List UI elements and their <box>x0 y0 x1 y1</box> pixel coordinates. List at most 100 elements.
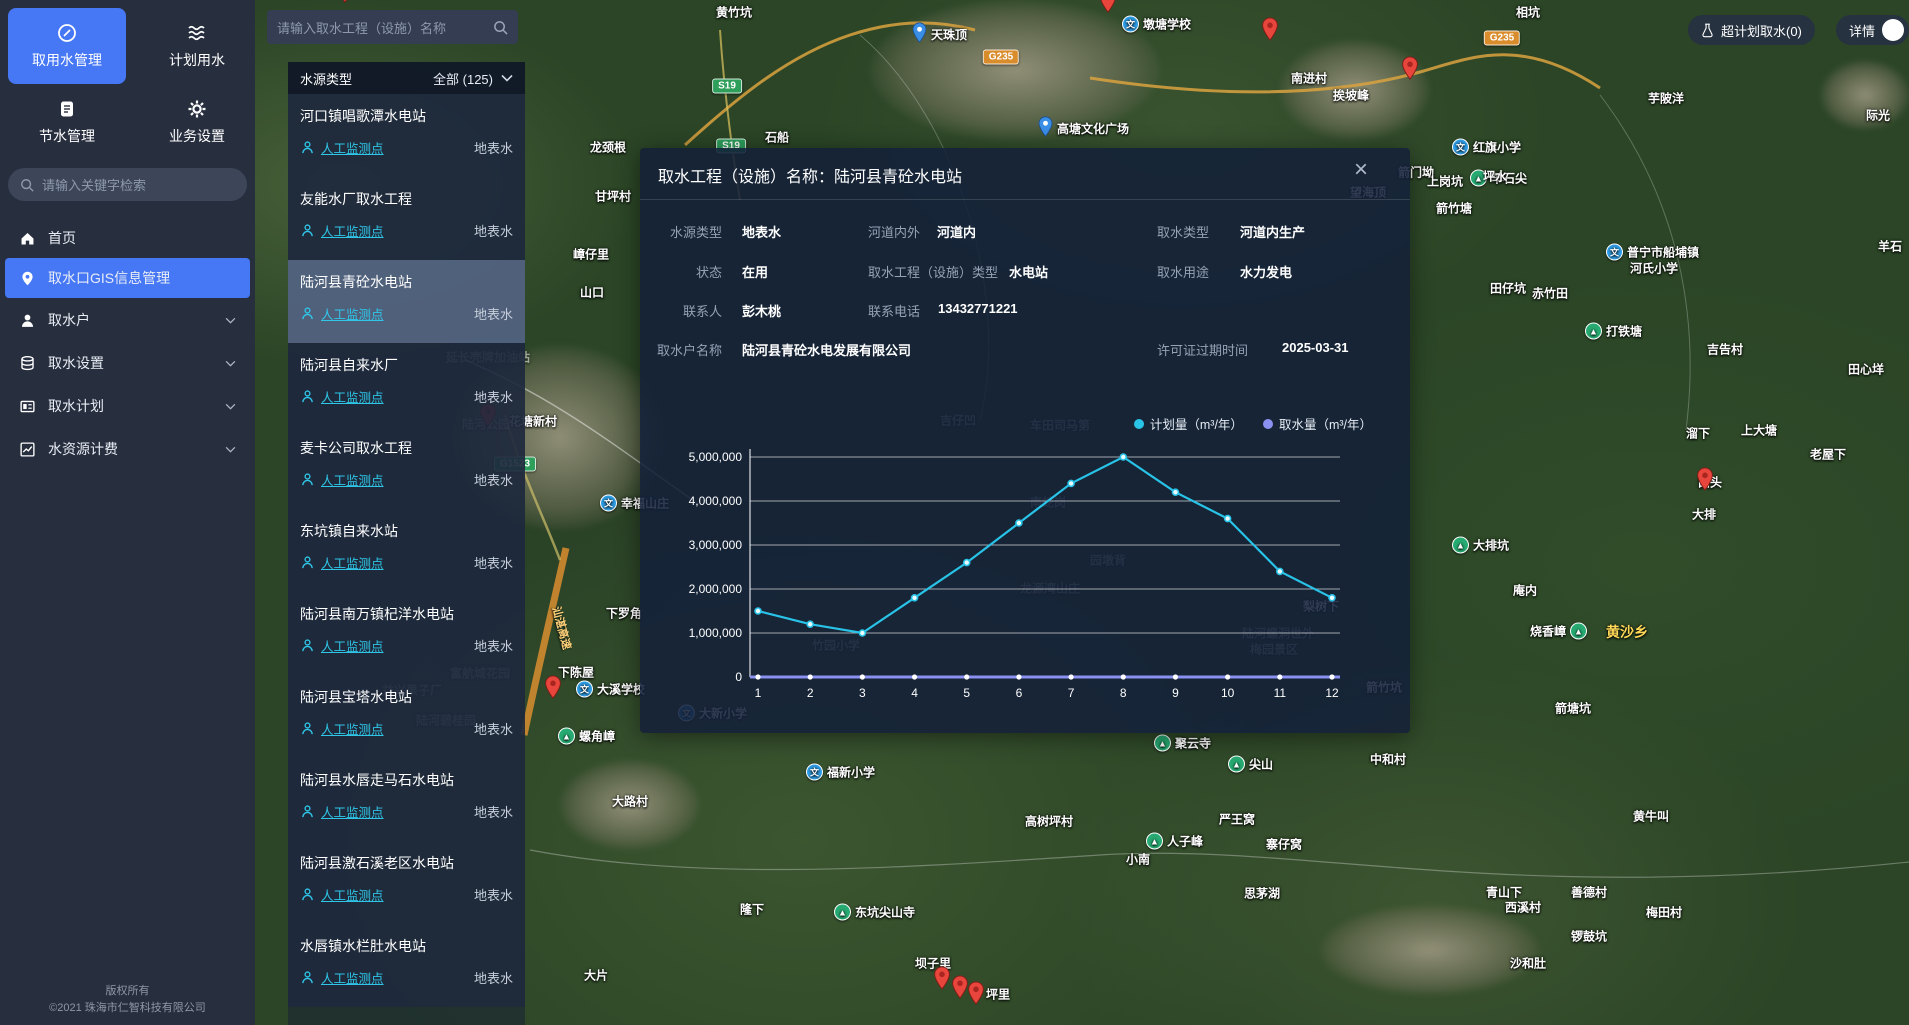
road-badge: G235 <box>983 50 1019 65</box>
map-label-text: 黄牛叫 <box>1633 808 1669 825</box>
school-poi-icon[interactable]: 文 <box>576 681 593 698</box>
monitor-point-link[interactable]: 人工监测点 <box>321 636 384 655</box>
school-poi-icon[interactable]: 文 <box>600 495 617 512</box>
station-list-item[interactable]: 水唇镇水栏肚水电站人工监测点地表水 <box>288 924 525 1007</box>
app-tile-3[interactable]: 节水管理 <box>8 84 126 160</box>
map-label-text: 梅田村 <box>1646 904 1682 921</box>
person-monitor-icon <box>300 555 315 570</box>
scenic-poi-icon[interactable]: ▲ <box>834 904 851 921</box>
field-label: 取水户名称 <box>640 340 722 359</box>
map-label-text: 黄竹坑 <box>716 4 752 21</box>
station-list-item[interactable]: 陆河县青砼水电站人工监测点地表水 <box>288 260 525 343</box>
scenic-poi-icon[interactable]: ▲ <box>1146 833 1163 850</box>
close-icon[interactable]: × <box>1354 158 1368 182</box>
red-pin-marker[interactable] <box>337 0 354 8</box>
field-value: 彭木桃 <box>742 301 781 320</box>
map-label: 寨仔窝 <box>1266 836 1302 853</box>
map-label: ▲打铁塘 <box>1585 323 1642 340</box>
detail-toggle[interactable]: 详情 <box>1836 15 1909 45</box>
app-tile-label: 取用水管理 <box>32 50 102 70</box>
station-list-item[interactable]: 陆河县激石溪老区水电站人工监测点地表水 <box>288 841 525 924</box>
red-pin-marker[interactable] <box>1262 17 1279 46</box>
school-poi-icon[interactable]: 文 <box>1122 16 1139 33</box>
sidebar-item-menu-4[interactable]: 取水计划 <box>5 386 250 426</box>
blue-pin-icon[interactable] <box>1038 116 1053 140</box>
app-tile-1[interactable]: 取用水管理 <box>8 8 126 84</box>
station-name: 陆河县宝塔水电站 <box>300 687 513 707</box>
field-value: 地表水 <box>742 222 781 241</box>
app-tile-4[interactable]: 业务设置 <box>138 84 256 160</box>
red-pin-marker[interactable] <box>968 981 985 1010</box>
map-label: 大路村 <box>612 793 648 810</box>
water-source-filter[interactable]: 水源类型 全部 (125) <box>288 62 525 94</box>
monitor-point-link[interactable]: 人工监测点 <box>321 470 384 489</box>
sidebar-item-menu-5[interactable]: 水资源计费 <box>5 429 250 469</box>
red-pin-marker[interactable] <box>934 966 951 995</box>
red-pin-marker[interactable] <box>1402 56 1419 85</box>
search-icon[interactable] <box>493 20 508 35</box>
toggle-knob[interactable] <box>1882 19 1904 41</box>
field-value: 2025-03-31 <box>1282 340 1349 355</box>
svg-text:7: 7 <box>1068 686 1075 700</box>
map-label: 田心垟 <box>1848 361 1884 378</box>
water-type-label: 地表水 <box>474 885 513 904</box>
app-tile-2[interactable]: 计划用水 <box>138 8 256 84</box>
red-pin-marker[interactable] <box>545 675 562 704</box>
monitor-point-link[interactable]: 人工监测点 <box>321 553 384 572</box>
monitor-point-link[interactable]: 人工监测点 <box>321 802 384 821</box>
person-monitor-icon <box>300 887 315 902</box>
scenic-poi-icon[interactable]: ▲ <box>558 728 575 745</box>
monitor-point-link[interactable]: 人工监测点 <box>321 221 384 240</box>
station-list-item[interactable]: 河口镇唱歌潭水电站人工监测点地表水 <box>288 94 525 177</box>
map-label: 隆下 <box>740 901 764 918</box>
monitor-point-link[interactable]: 人工监测点 <box>321 885 384 904</box>
red-pin-marker[interactable] <box>1100 0 1117 18</box>
station-list-item[interactable]: 麦卡公司取水工程人工监测点地表水 <box>288 426 525 509</box>
over-plan-label: 超计划取水(0) <box>1721 21 1802 40</box>
map-label: 甘坪村 <box>595 188 631 205</box>
chevron-down-icon <box>225 403 236 410</box>
sidebar-item-gis[interactable]: 取水口GIS信息管理 <box>5 258 250 298</box>
station-list-item[interactable]: 陆河县水唇走马石水电站人工监测点地表水 <box>288 758 525 841</box>
station-list-item[interactable]: 陆河县宝塔水电站人工监测点 地表水 <box>288 675 525 758</box>
monitor-point-link[interactable]: 人工监测点 <box>321 304 384 323</box>
station-search-input[interactable]: 请输入取水工程（设施）名称 <box>267 10 518 44</box>
card-icon <box>19 398 36 415</box>
scenic-poi-icon[interactable]: ▲ <box>1585 323 1602 340</box>
monitor-point-link[interactable]: 人工监测点 <box>321 138 384 157</box>
svg-text:3,000,000: 3,000,000 <box>689 538 743 552</box>
scenic-poi-icon[interactable]: ▲ <box>1452 537 1469 554</box>
scenic-poi-icon[interactable]: ▲ <box>1228 756 1245 773</box>
sidebar-item-home[interactable]: 首页 <box>5 218 250 258</box>
sidebar-item-menu-3[interactable]: 取水设置 <box>5 343 250 383</box>
red-pin-marker[interactable] <box>1697 467 1714 496</box>
sidebar-search-input[interactable]: 请输入关键字检索 <box>8 168 247 201</box>
red-pin-marker[interactable] <box>952 975 969 1004</box>
map-label-text: 锣鼓坑 <box>1571 928 1607 945</box>
app-tile-label: 业务设置 <box>169 126 225 146</box>
map-label-text: 田心垟 <box>1848 361 1884 378</box>
monitor-point-link[interactable]: 人工监测点 <box>321 968 384 987</box>
sidebar-item-menu-2[interactable]: 取水户 <box>5 300 250 340</box>
school-poi-icon[interactable]: 文 <box>1452 139 1469 156</box>
station-list-item[interactable]: 东坑镇自来水站人工监测点地表水 <box>288 509 525 592</box>
legend-item[interactable]: 取水量（m³/年） <box>1263 414 1372 433</box>
water-type-label: 地表水 <box>474 719 513 738</box>
scenic-poi-icon[interactable]: ▲ <box>1570 623 1587 640</box>
monitor-point-link[interactable]: 人工监测点 <box>321 387 384 406</box>
school-poi-icon[interactable]: 文 <box>806 764 823 781</box>
station-name: 水唇镇水栏肚水电站 <box>300 936 513 956</box>
legend-item[interactable]: 计划量（m³/年） <box>1134 414 1243 433</box>
gear-icon <box>187 99 207 119</box>
scenic-poi-icon[interactable]: ▲ <box>1154 735 1171 752</box>
school-poi-icon[interactable]: 文 <box>1606 244 1623 261</box>
menu-item-label: 取水户 <box>48 310 90 330</box>
station-list-item[interactable]: 陆河县自来水厂人工监测点地表水 <box>288 343 525 426</box>
station-list-item[interactable]: 陆河县南万镇杞洋水电站人工监测点地表水 <box>288 592 525 675</box>
monitor-point-link[interactable]: 人工监测点 <box>321 719 384 738</box>
over-plan-water-button[interactable]: 超计划取水(0) <box>1688 15 1815 45</box>
legend-label: 计划量（m³/年） <box>1150 414 1243 433</box>
map-label-text: 老屋下 <box>1810 446 1846 463</box>
blue-pin-icon[interactable] <box>912 22 927 46</box>
station-list-item[interactable]: 友能水厂取水工程人工监测点地表水 <box>288 177 525 260</box>
